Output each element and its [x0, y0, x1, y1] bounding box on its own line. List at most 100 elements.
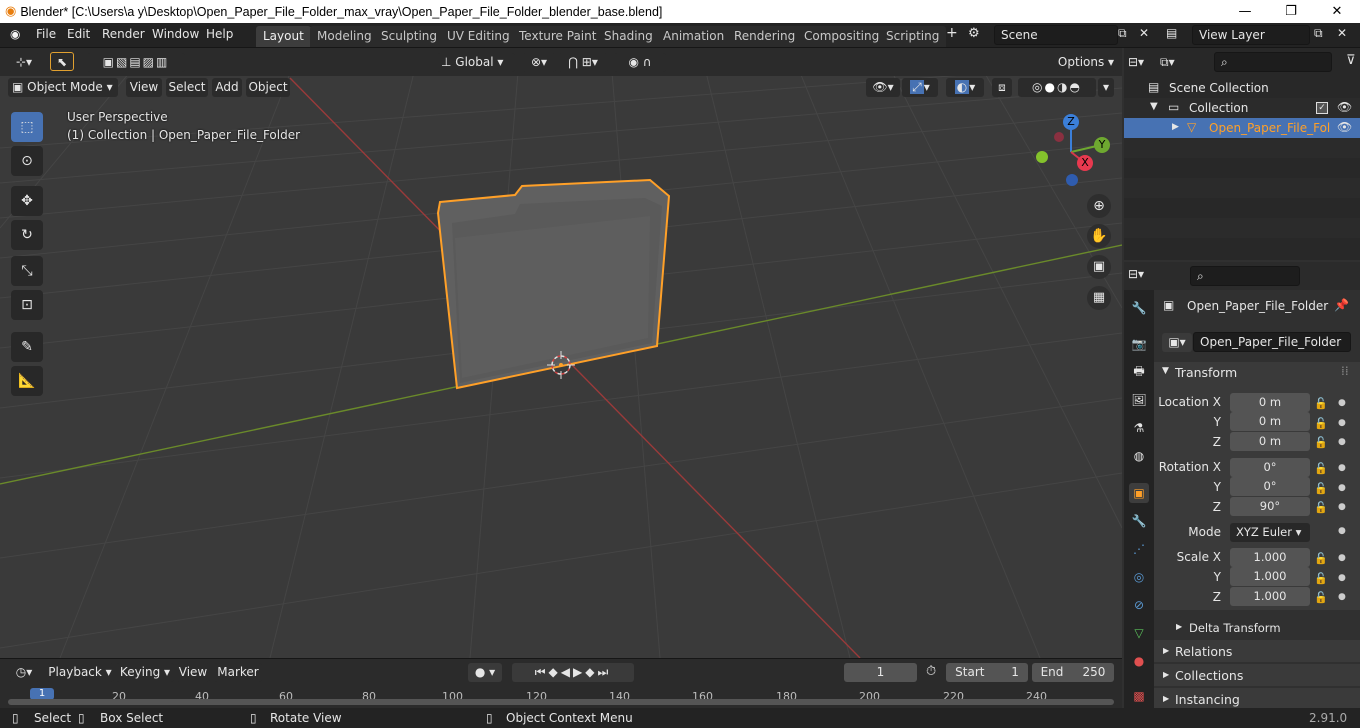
- delta-transform-expand-icon[interactable]: ▶: [1176, 622, 1182, 631]
- 3d-viewport[interactable]: Z Y X ⊕ ✋ ▣ ▦ ⬚ ⊙ ✥ ↻ ⤡ ⊡ ✎ 📐 User Persp…: [0, 48, 1122, 658]
- location-y-field[interactable]: 0 m: [1230, 412, 1310, 431]
- rotation-x-field[interactable]: 0°: [1230, 458, 1310, 477]
- zoom-icon[interactable]: ⊕: [1087, 194, 1111, 218]
- pivot-point-icon[interactable]: ⊗▾: [522, 53, 556, 72]
- expand-collection-icon[interactable]: ▼: [1150, 101, 1158, 112]
- annotate-tool-icon[interactable]: ✎: [11, 332, 43, 362]
- view-layer-icon[interactable]: ▤: [1166, 26, 1177, 40]
- blender-menu-icon[interactable]: ◉: [10, 27, 20, 41]
- collections-expand-icon[interactable]: ▶: [1163, 670, 1169, 679]
- world-tab-icon[interactable]: ◍: [1129, 446, 1149, 466]
- properties-editor-icon[interactable]: ⊟▾: [1128, 267, 1158, 281]
- playback-menu[interactable]: Playback ▾: [46, 663, 114, 682]
- record-icon[interactable]: ● ▾: [468, 663, 502, 682]
- delete-view-layer-icon[interactable]: ✕: [1337, 26, 1347, 40]
- output-tab-icon[interactable]: 🖶: [1129, 362, 1149, 382]
- timeline-scrollbar[interactable]: [8, 699, 1114, 705]
- keyframe-dot-icon[interactable]: ● ● ●: [1338, 459, 1346, 518]
- location-z-field[interactable]: 0 m: [1230, 432, 1310, 451]
- material-tab-icon[interactable]: ●: [1129, 651, 1149, 671]
- overlay-toggle-icon[interactable]: ◐ ▾: [946, 78, 984, 97]
- menu-file[interactable]: File: [36, 27, 56, 41]
- menu-select[interactable]: Select: [166, 78, 208, 97]
- start-frame-field[interactable]: Start 1: [946, 663, 1028, 682]
- lock-icon[interactable]: 🔓 🔓 🔓: [1314, 394, 1328, 453]
- outliner-row-collection[interactable]: ▼ ▭ Collection ✓ 👁: [1124, 98, 1360, 118]
- keyframe-dot-icon[interactable]: ● ● ●: [1338, 549, 1346, 608]
- modifier-tab-icon[interactable]: 🔧: [1129, 511, 1149, 531]
- relations-expand-icon[interactable]: ▶: [1163, 646, 1169, 655]
- tool-tab-icon[interactable]: 🔧: [1129, 298, 1149, 318]
- properties-search-input[interactable]: ⌕: [1190, 266, 1300, 286]
- rotation-mode-dropdown[interactable]: XYZ Euler ▾: [1230, 523, 1310, 542]
- select-mode-buttons[interactable]: ▣▧▤▨▥: [87, 53, 185, 72]
- keyframe-dot-icon[interactable]: ● ● ●: [1338, 394, 1346, 453]
- new-scene-icon[interactable]: ⧉: [1118, 26, 1127, 41]
- options-dropdown[interactable]: Options ▾: [1056, 53, 1116, 72]
- proportional-edit-icon[interactable]: ◉ ∩: [614, 53, 666, 72]
- menu-edit[interactable]: Edit: [67, 27, 90, 41]
- scale-y-field[interactable]: 1.000: [1230, 567, 1310, 586]
- cursor-tool-icon[interactable]: ⊙: [11, 146, 43, 176]
- delta-transform-label[interactable]: Delta Transform: [1189, 621, 1281, 635]
- drag-handle-icon[interactable]: ⁞⁞: [1341, 364, 1349, 378]
- rotation-y-field[interactable]: 0°: [1230, 477, 1310, 496]
- object-tab-icon[interactable]: ▣: [1129, 483, 1149, 503]
- outliner-row-scene-collection[interactable]: ▤ Scene Collection: [1124, 78, 1360, 98]
- minimize-button[interactable]: —: [1222, 0, 1268, 23]
- menu-help[interactable]: Help: [206, 27, 233, 41]
- scale-tool-icon[interactable]: ⤡: [11, 256, 43, 286]
- tab-shading[interactable]: Shading: [597, 26, 660, 47]
- transform-tool-icon[interactable]: ⊡: [11, 290, 43, 320]
- xray-toggle-icon[interactable]: ⧈: [992, 78, 1012, 97]
- close-button[interactable]: ✕: [1314, 0, 1360, 23]
- scene-field[interactable]: Scene: [994, 25, 1118, 45]
- snap-icon[interactable]: ⋂ ⊞▾: [558, 53, 608, 72]
- outliner-row-object[interactable]: ▶ ▽ Open_Paper_File_Fol 👁: [1124, 118, 1360, 138]
- rotate-tool-icon[interactable]: ↻: [11, 220, 43, 250]
- scale-z-field[interactable]: 1.000: [1230, 587, 1310, 606]
- data-tab-icon[interactable]: ▽: [1129, 623, 1149, 643]
- pin-icon[interactable]: 📌: [1334, 298, 1349, 312]
- timeline-view-menu[interactable]: View: [176, 663, 210, 682]
- collection-visibility-icon[interactable]: 👁: [1337, 100, 1352, 114]
- editor-type-icon[interactable]: ⊹▾: [8, 53, 40, 72]
- move-tool-icon[interactable]: ✥: [11, 186, 43, 216]
- maximize-button[interactable]: ❐: [1268, 0, 1314, 23]
- transform-orientation-dropdown[interactable]: ⊥ Global ▾: [437, 53, 515, 72]
- view-layer-tab-icon[interactable]: 🖼: [1129, 390, 1149, 410]
- display-mode-icon[interactable]: ⧉▾: [1160, 52, 1190, 72]
- keyframe-dot-icon[interactable]: ●: [1338, 526, 1346, 536]
- outliner-search-input[interactable]: ⌕: [1214, 52, 1332, 72]
- gizmo-toggle-icon[interactable]: ⤢ ▾: [902, 78, 938, 97]
- shading-options-icon[interactable]: ▾: [1098, 78, 1114, 97]
- lock-icon[interactable]: 🔓 🔓 🔓: [1314, 459, 1328, 518]
- delete-scene-icon[interactable]: ✕: [1139, 26, 1149, 40]
- tab-compositing[interactable]: Compositing: [797, 26, 887, 47]
- tab-modeling[interactable]: Modeling: [310, 26, 379, 47]
- expand-object-icon[interactable]: ▶: [1172, 122, 1179, 132]
- outliner-editor-icon[interactable]: ⊟▾: [1128, 52, 1158, 72]
- shading-mode-buttons[interactable]: ◎●◑◓: [1018, 78, 1096, 97]
- tab-sculpting[interactable]: Sculpting: [374, 26, 445, 47]
- tab-animation[interactable]: Animation: [656, 26, 732, 47]
- collection-checkbox[interactable]: ✓: [1316, 102, 1328, 114]
- new-view-layer-icon[interactable]: ⧉: [1314, 26, 1323, 41]
- location-x-field[interactable]: 0 m: [1230, 393, 1310, 412]
- tab-texture-paint[interactable]: Texture Paint: [512, 26, 604, 47]
- instancing-expand-icon[interactable]: ▶: [1163, 694, 1169, 703]
- menu-add[interactable]: Add: [212, 78, 242, 97]
- add-workspace-button[interactable]: +: [946, 25, 958, 41]
- measure-tool-icon[interactable]: 📐: [11, 366, 43, 396]
- gizmo-z-axis[interactable]: Z: [1063, 114, 1079, 130]
- scene-icon[interactable]: ⚙: [968, 26, 980, 41]
- view-layer-field[interactable]: View Layer: [1192, 25, 1310, 45]
- camera-icon[interactable]: ▣: [1087, 255, 1111, 279]
- end-frame-field[interactable]: End 250: [1032, 663, 1114, 682]
- tab-uv-editing[interactable]: UV Editing: [440, 26, 517, 47]
- scale-x-field[interactable]: 1.000: [1230, 548, 1310, 567]
- ortho-grid-icon[interactable]: ▦: [1087, 286, 1111, 310]
- particles-tab-icon[interactable]: ⋰: [1129, 539, 1149, 559]
- physics-tab-icon[interactable]: ◎: [1129, 567, 1149, 587]
- constraints-tab-icon[interactable]: ⊘: [1129, 595, 1149, 615]
